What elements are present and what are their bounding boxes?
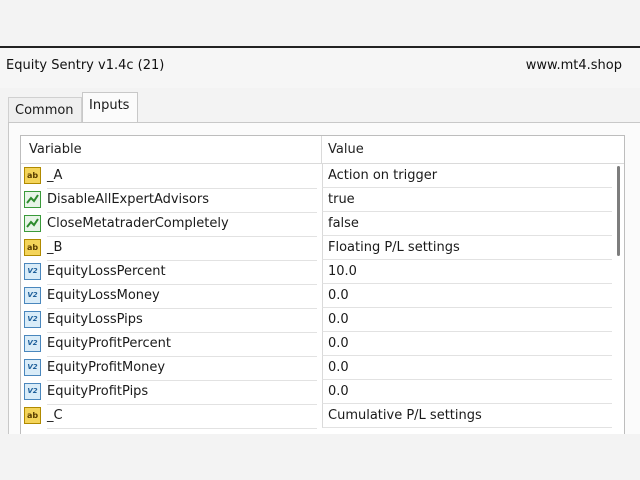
table-row[interactable]: DisableAllExpertAdvisors true	[21, 188, 624, 213]
variable-name: EquityProfitPips	[47, 380, 317, 405]
variable-name: DisableAllExpertAdvisors	[47, 188, 317, 213]
variable-value[interactable]: 10.0	[322, 260, 624, 284]
inputs-panel: Variable Value ab _A Action on trigger Disa…	[8, 122, 640, 435]
table-row[interactable]: V2 EquityProfitPercent 0.0	[21, 332, 624, 357]
number-icon: V2	[24, 335, 41, 352]
table-row[interactable]: ab _A Action on trigger	[21, 164, 624, 189]
ab-icon: ab	[24, 239, 41, 256]
variable-name: _A	[47, 164, 317, 189]
variable-value[interactable]: 0.0	[322, 332, 624, 356]
variable-name: EquityProfitPercent	[47, 332, 317, 357]
variable-value[interactable]: 0.0	[322, 308, 624, 332]
vertical-scrollbar[interactable]	[612, 164, 624, 434]
table-row[interactable]: V2 EquityLossMoney 0.0	[21, 284, 624, 309]
column-separator[interactable]	[321, 136, 322, 163]
tab-inputs[interactable]: Inputs	[82, 92, 138, 122]
dialog-titlebar: Equity Sentry v1.4c (21) www.mt4.shop	[0, 48, 640, 88]
variable-name: EquityLossMoney	[47, 284, 317, 309]
bool-icon	[24, 215, 41, 232]
table-row[interactable]: V2 EquityProfitPips 0.0	[21, 380, 624, 405]
table-row[interactable]: ab _C Cumulative P/L settings	[21, 404, 624, 429]
column-header-value[interactable]: Value	[328, 136, 364, 163]
scrollbar-thumb[interactable]	[617, 166, 620, 256]
number-icon: V2	[24, 359, 41, 376]
column-header-variable[interactable]: Variable	[29, 136, 82, 163]
number-icon: V2	[24, 287, 41, 304]
inputs-table: Variable Value ab _A Action on trigger Disa…	[20, 135, 625, 435]
variable-name: _B	[47, 236, 317, 261]
variable-value[interactable]: Floating P/L settings	[322, 236, 624, 260]
number-icon: V2	[24, 311, 41, 328]
window-title: Equity Sentry v1.4c (21)	[6, 58, 165, 73]
ab-icon: ab	[24, 407, 41, 424]
number-icon: V2	[24, 263, 41, 280]
ab-icon: ab	[24, 167, 41, 184]
variable-name: _C	[47, 404, 317, 429]
variable-value[interactable]: 0.0	[322, 284, 624, 308]
bool-icon	[24, 191, 41, 208]
table-row[interactable]: V2 EquityLossPips 0.0	[21, 308, 624, 333]
tab-bar: Common Inputs	[0, 88, 640, 123]
variable-value[interactable]: Cumulative P/L settings	[322, 404, 624, 428]
top-background	[0, 0, 640, 46]
variable-value[interactable]: Action on trigger	[322, 164, 624, 188]
table-row[interactable]: V2 EquityLossPercent 10.0	[21, 260, 624, 285]
table-row[interactable]: CloseMetatraderCompletely false	[21, 212, 624, 237]
site-label: www.mt4.shop	[525, 58, 622, 73]
number-icon: V2	[24, 383, 41, 400]
variable-value[interactable]: 0.0	[322, 356, 624, 380]
variable-name: EquityLossPercent	[47, 260, 317, 285]
table-header: Variable Value	[21, 136, 624, 164]
variable-name: CloseMetatraderCompletely	[47, 212, 317, 237]
tab-common[interactable]: Common	[8, 97, 82, 123]
bottom-background	[0, 434, 640, 480]
variable-value[interactable]: 0.0	[322, 380, 624, 404]
variable-value[interactable]: false	[322, 212, 624, 236]
variable-value[interactable]: true	[322, 188, 624, 212]
variable-name: EquityProfitMoney	[47, 356, 317, 381]
table-row[interactable]: ab _B Floating P/L settings	[21, 236, 624, 261]
variable-name: EquityLossPips	[47, 308, 317, 333]
table-row[interactable]: V2 EquityProfitMoney 0.0	[21, 356, 624, 381]
